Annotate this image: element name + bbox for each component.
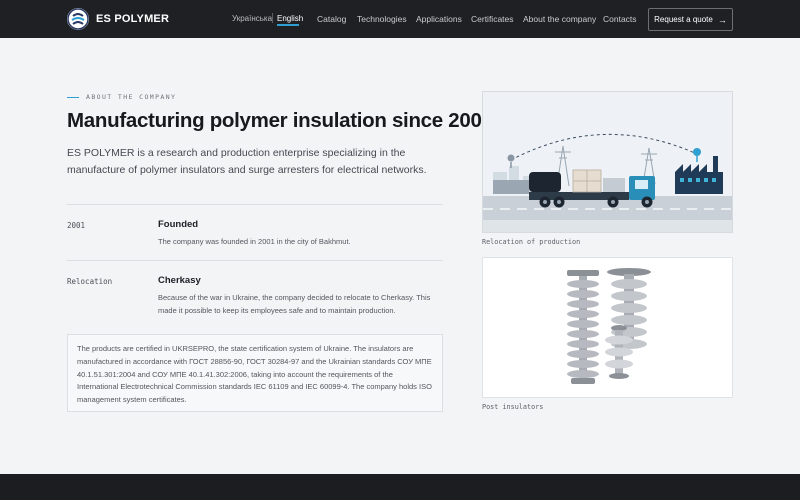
fact-key-founded: 2001	[67, 221, 86, 230]
section-eyebrow: ABOUT THE COMPANY	[67, 93, 176, 101]
divider	[67, 204, 443, 205]
language-ukrainian[interactable]: Українська	[232, 14, 272, 23]
eyebrow-line	[67, 96, 79, 98]
fact-text-relocation: Because of the war in Ukraine, the compa…	[158, 293, 431, 315]
request-quote-button[interactable]: Request a quote →	[648, 8, 733, 31]
language-english[interactable]: English	[277, 14, 303, 23]
brand-name: ES POLYMER	[96, 13, 170, 25]
nav-contacts[interactable]: Contacts	[603, 14, 637, 24]
image-caption-relocation: Relocation of production	[482, 238, 581, 246]
eyebrow-text: ABOUT THE COMPANY	[86, 93, 177, 101]
arrow-right-icon: →	[717, 14, 727, 25]
nav-about-company[interactable]: About the company	[523, 14, 596, 24]
post-insulators-photo	[482, 257, 733, 398]
nav-certificates[interactable]: Certificates	[471, 14, 514, 24]
brand-logo[interactable]: ES POLYMER	[67, 8, 169, 30]
language-separator	[272, 13, 273, 23]
certification-note: The products are certified in UKRSEPRO, …	[67, 334, 443, 412]
lead-paragraph: ES POLYMER is a research and production …	[67, 147, 427, 176]
nav-applications[interactable]: Applications	[416, 14, 462, 24]
fact-text-founded: The company was founded in 2001 in the c…	[158, 237, 351, 246]
request-quote-label: Request a quote	[654, 15, 713, 24]
nav-technologies[interactable]: Technologies	[357, 14, 407, 24]
site-footer	[0, 474, 800, 500]
logo-icon	[67, 8, 89, 30]
nav-catalog[interactable]: Catalog	[317, 14, 346, 24]
page-title: Manufacturing polymer insulation since 2…	[67, 109, 493, 132]
fact-key-relocation: Relocation	[67, 277, 113, 286]
site-header: ES POLYMER Українська English Catalog Te…	[0, 0, 800, 38]
fact-title-founded: Founded	[158, 219, 199, 230]
relocation-illustration	[482, 91, 733, 233]
divider	[67, 260, 443, 261]
active-language-indicator	[277, 24, 299, 26]
image-caption-insulators: Post insulators	[482, 403, 544, 411]
fact-title-relocation: Cherkasy	[158, 275, 201, 286]
